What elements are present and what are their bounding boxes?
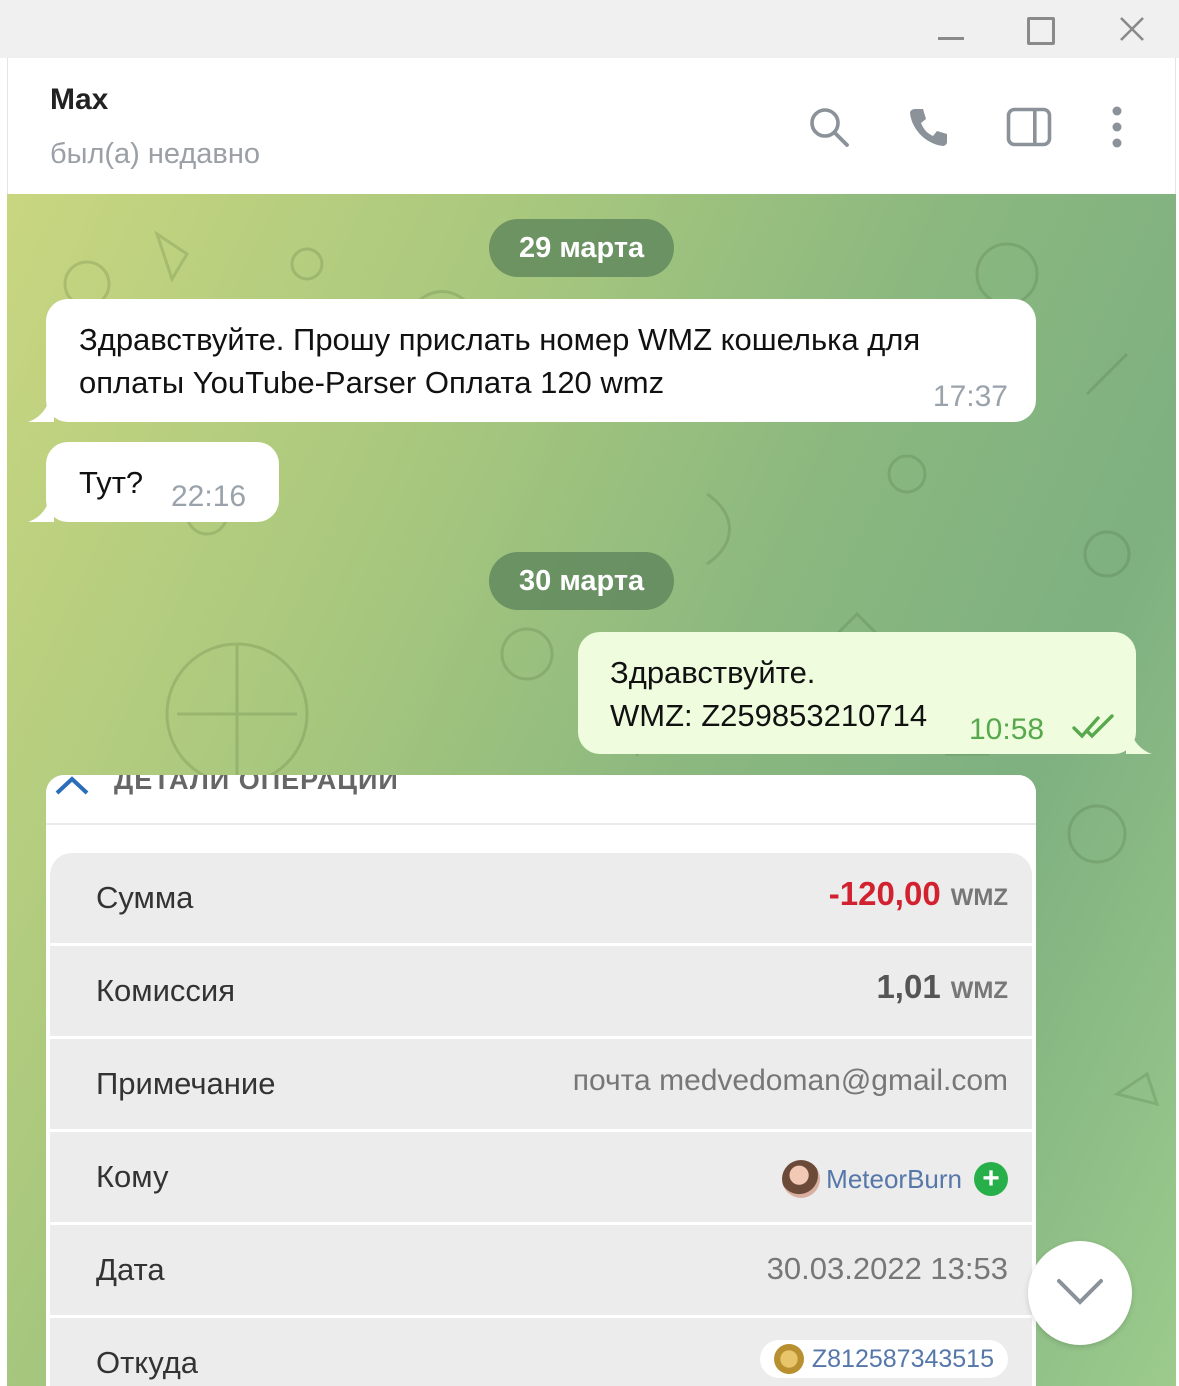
minimize-icon[interactable] [906,0,996,58]
recipient-user: MeteorBurn + [782,1160,1008,1198]
detail-value: 1,01 WMZ [876,968,1008,1006]
outgoing-message[interactable]: Здравствуйте. WMZ: Z259853210714 10:58 [578,632,1136,754]
message-text-line: Здравствуйте. [610,655,816,690]
detail-label: Кому [96,1159,169,1194]
fee-value: 1,01 [876,968,941,1005]
detail-value: MeteorBurn + [782,1160,1008,1206]
message-text-line: WMZ: Z259853210714 [610,698,928,733]
date-value: 30.03.2022 13:53 [766,1251,1008,1286]
message-text-line: оплаты YouTube-Parser Оплата 120 wmz [79,365,665,400]
card-header: ДЕТАЛИ ОПЕРАЦИИ [46,775,1036,825]
detail-value: Z812587343515 [759,1340,1008,1382]
amount-value: -120,00 [828,875,941,912]
incoming-message[interactable]: Здравствуйте. Прошу прислать номер WMZ к… [46,299,1036,422]
currency-unit: WMZ [950,977,1008,1004]
avatar [782,1160,821,1198]
maximize-icon[interactable] [996,0,1086,58]
scroll-to-bottom-button[interactable] [1028,1241,1132,1345]
message-text-line: Здравствуйте. Прошу прислать номер WMZ к… [79,322,921,357]
read-double-check-icon [1072,714,1114,739]
detail-row-amount: Сумма -120,00 WMZ [50,853,1032,946]
wallet-coin-icon [773,1344,804,1374]
detail-label: Примечание [96,1066,276,1101]
chat-message-area[interactable]: 29 марта Здравствуйте. Прошу прислать но… [7,194,1176,1386]
window-titlebar [0,0,1179,58]
operation-details-list: Сумма -120,00 WMZ Комиссия 1,01 WMZ Примеч… [50,853,1032,1386]
chat-header: Max был(а) недавно [7,58,1176,194]
card-title: ДЕТАЛИ ОПЕРАЦИИ [114,775,399,795]
detail-label: Сумма [96,880,194,915]
detail-label: Комиссия [96,973,236,1008]
message-time: 10:58 [969,713,1045,746]
plus-icon: + [974,1162,1008,1196]
peer-name[interactable]: Max [50,83,108,117]
recipient-name: MeteorBurn [826,1163,962,1194]
currency-unit: WMZ [950,884,1008,911]
detail-row-fee: Комиссия 1,01 WMZ [50,946,1032,1039]
phone-icon[interactable] [904,102,954,152]
more-vertical-icon[interactable] [1092,102,1142,152]
incoming-message[interactable]: Тут? 22:16 [46,442,279,522]
message-text: Тут? [79,465,144,500]
chevron-down-icon [1057,1279,1103,1305]
search-icon[interactable] [804,102,854,152]
detail-row-note: Примечание почта medvedoman@gmail.com [50,1039,1032,1132]
peer-status: был(а) недавно [50,138,260,170]
detail-label: Откуда [96,1345,199,1380]
transaction-screenshot-image[interactable]: ДЕТАЛИ ОПЕРАЦИИ Сумма -120,00 WMZ Комисси… [46,775,1036,1386]
detail-row-recipient: Кому MeteorBurn + [50,1132,1032,1225]
detail-value: -120,00 WMZ [829,875,1008,913]
date-separator: 30 марта [489,552,675,610]
message-time: 17:37 [932,380,1008,413]
note-value: почта medvedoman@gmail.com [572,1064,1008,1097]
message-time: 22:16 [171,480,247,513]
detail-row-source: Откуда Z812587343515 [50,1318,1032,1386]
date-separator: 29 марта [489,219,675,277]
chevron-up-icon [55,776,89,795]
detail-row-date: Дата 30.03.2022 13:53 [50,1225,1032,1318]
detail-label: Дата [96,1252,165,1287]
close-icon[interactable] [1086,0,1176,58]
source-wallet: Z812587343515 [759,1340,1008,1378]
source-wallet-number: Z812587343515 [811,1344,994,1373]
sidebar-toggle-icon[interactable] [1004,102,1054,152]
